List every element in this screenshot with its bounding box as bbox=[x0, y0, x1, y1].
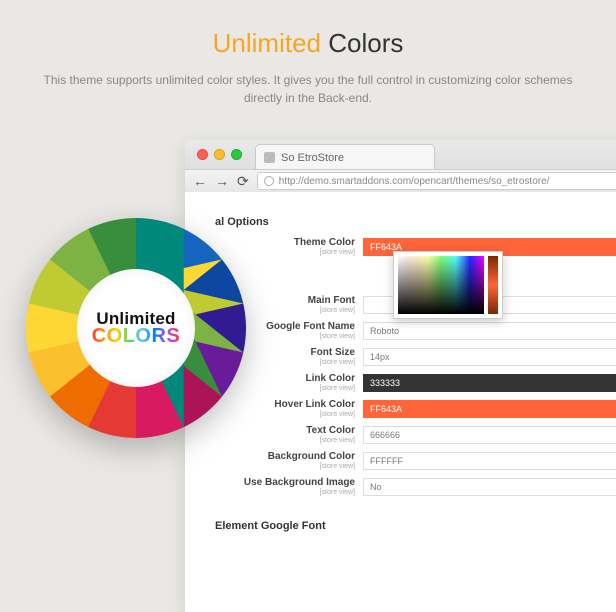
input-link-color[interactable]: 333333 bbox=[363, 374, 616, 392]
zoom-icon[interactable] bbox=[231, 149, 242, 160]
picker-saturation[interactable] bbox=[398, 256, 484, 314]
color-picker-popover[interactable] bbox=[393, 251, 503, 319]
back-button[interactable]: ← bbox=[193, 173, 207, 189]
forward-button[interactable]: → bbox=[215, 173, 229, 189]
row-use-bg-image: Use Background Image[store view] No▾ bbox=[215, 474, 616, 500]
row-hover-link-color: Hover Link Color[store view] FF643A bbox=[215, 396, 616, 422]
label-font-size: Font Size bbox=[311, 347, 355, 358]
select-use-bg-image[interactable]: No▾ bbox=[363, 478, 616, 496]
browser-window: So EtroStore ← → ⟳ http://demo.smartaddo… bbox=[185, 140, 616, 612]
input-google-font[interactable]: Roboto bbox=[363, 322, 616, 340]
label-theme-color: Theme Color bbox=[294, 237, 355, 248]
color-wheel-badge: Unlimited COLORS bbox=[26, 218, 246, 438]
wheel-hub: Unlimited COLORS bbox=[77, 269, 195, 387]
row-google-font-name: Google Font Name[store view] Roboto bbox=[215, 318, 616, 344]
close-icon[interactable] bbox=[197, 149, 208, 160]
label-google-font: Google Font Name bbox=[266, 321, 355, 332]
picker-hue[interactable] bbox=[488, 256, 498, 314]
url-text: http://demo.smartaddons.com/opencart/the… bbox=[279, 176, 550, 187]
address-bar[interactable]: http://demo.smartaddons.com/opencart/the… bbox=[257, 172, 616, 190]
label-text-color: Text Color bbox=[306, 425, 355, 436]
input-hover-link-color[interactable]: FF643A bbox=[363, 400, 616, 418]
page-title: Unlimited Colors bbox=[24, 28, 592, 59]
wheel-line2: COLORS bbox=[92, 327, 181, 345]
page-subtitle: This theme supports unlimited color styl… bbox=[24, 71, 592, 107]
section-element-google-font: Element Google Font bbox=[215, 514, 616, 538]
input-bg-color[interactable]: FFFFFF bbox=[363, 452, 616, 470]
input-text-color[interactable]: 666666 bbox=[363, 426, 616, 444]
row-font-size: Font Size[store view] 14px bbox=[215, 344, 616, 370]
tab-title: So EtroStore bbox=[281, 152, 344, 164]
row-background-color: Background Color[store view] FFFFFF bbox=[215, 448, 616, 474]
traffic-lights bbox=[197, 149, 242, 160]
title-rest: Colors bbox=[321, 28, 403, 58]
label-main-font: Main Font bbox=[308, 295, 355, 306]
section-general: al Options bbox=[215, 210, 616, 234]
label-hover-link-color: Hover Link Color bbox=[274, 399, 355, 410]
admin-panel: al Options Theme Color[store view] FF643… bbox=[185, 192, 616, 612]
label-bg-color: Background Color bbox=[268, 451, 355, 462]
minimize-icon[interactable] bbox=[214, 149, 225, 160]
row-text-color: Text Color[store view] 666666 bbox=[215, 422, 616, 448]
row-link-color: Link Color[store view] 333333 bbox=[215, 370, 616, 396]
title-accent: Unlimited bbox=[213, 28, 321, 58]
reload-button[interactable]: ⟳ bbox=[237, 173, 249, 190]
label-link-color: Link Color bbox=[306, 373, 355, 384]
globe-icon bbox=[264, 176, 274, 186]
favicon-icon bbox=[264, 152, 275, 163]
browser-tab[interactable]: So EtroStore bbox=[255, 144, 435, 170]
label-use-bg-image: Use Background Image bbox=[244, 477, 355, 488]
input-font-size[interactable]: 14px bbox=[363, 348, 616, 366]
